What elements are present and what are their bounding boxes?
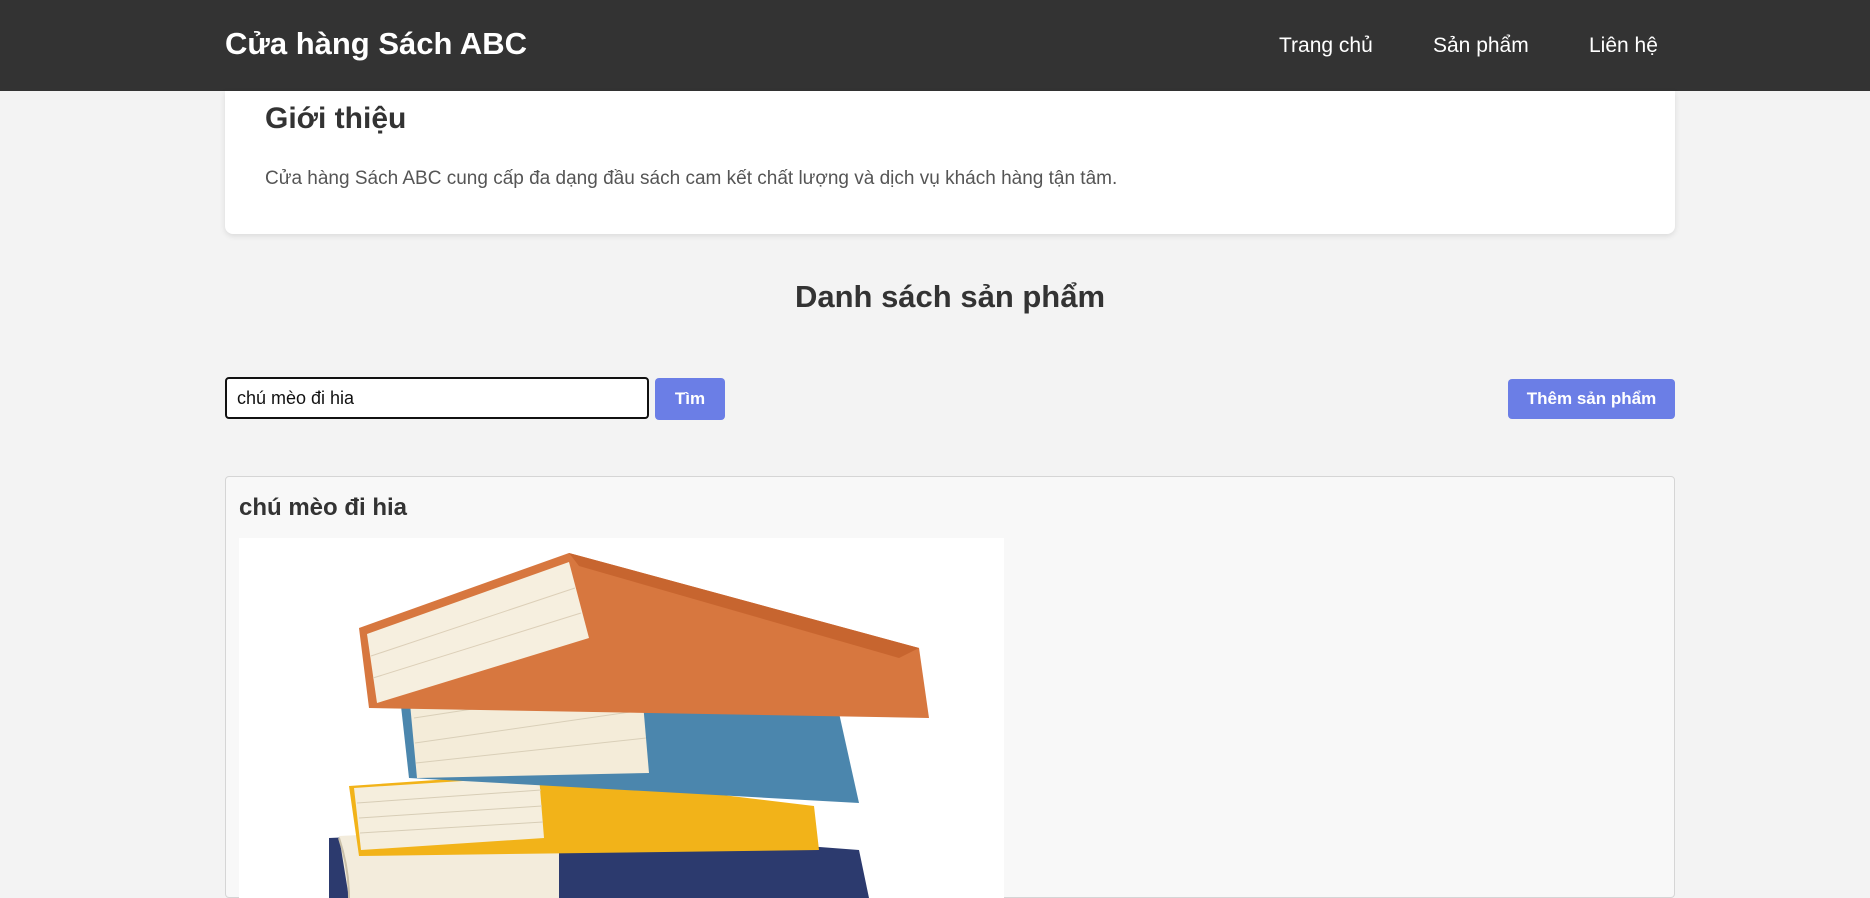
product-list-heading: Danh sách sản phẩm [794,279,1106,314]
top-navbar: Cửa hàng Sách ABC Trang chủ Sản phẩm Liê… [0,0,1870,91]
product-title: chú mèo đi hia [239,494,408,521]
book-stack-icon [329,553,929,898]
book-stack-image [239,538,1004,898]
product-card: chú mèo đi hia [225,476,1675,898]
add-product-button[interactable]: Thêm sản phẩm [1508,379,1675,419]
nav-link-home[interactable]: Trang chủ [1279,30,1373,62]
search-button[interactable]: Tìm [655,378,725,420]
main-nav: Trang chủ Sản phẩm Liên hệ [0,30,1870,62]
search-input[interactable] [225,377,649,419]
nav-link-contact[interactable]: Liên hệ [1589,30,1658,62]
intro-text: Cửa hàng Sách ABC cung cấp đa dạng đầu s… [265,168,1118,189]
intro-card: Giới thiệu Cửa hàng Sách ABC cung cấp đa… [225,91,1675,234]
nav-link-products[interactable]: Sản phẩm [1433,30,1529,62]
intro-title: Giới thiệu [265,102,407,135]
